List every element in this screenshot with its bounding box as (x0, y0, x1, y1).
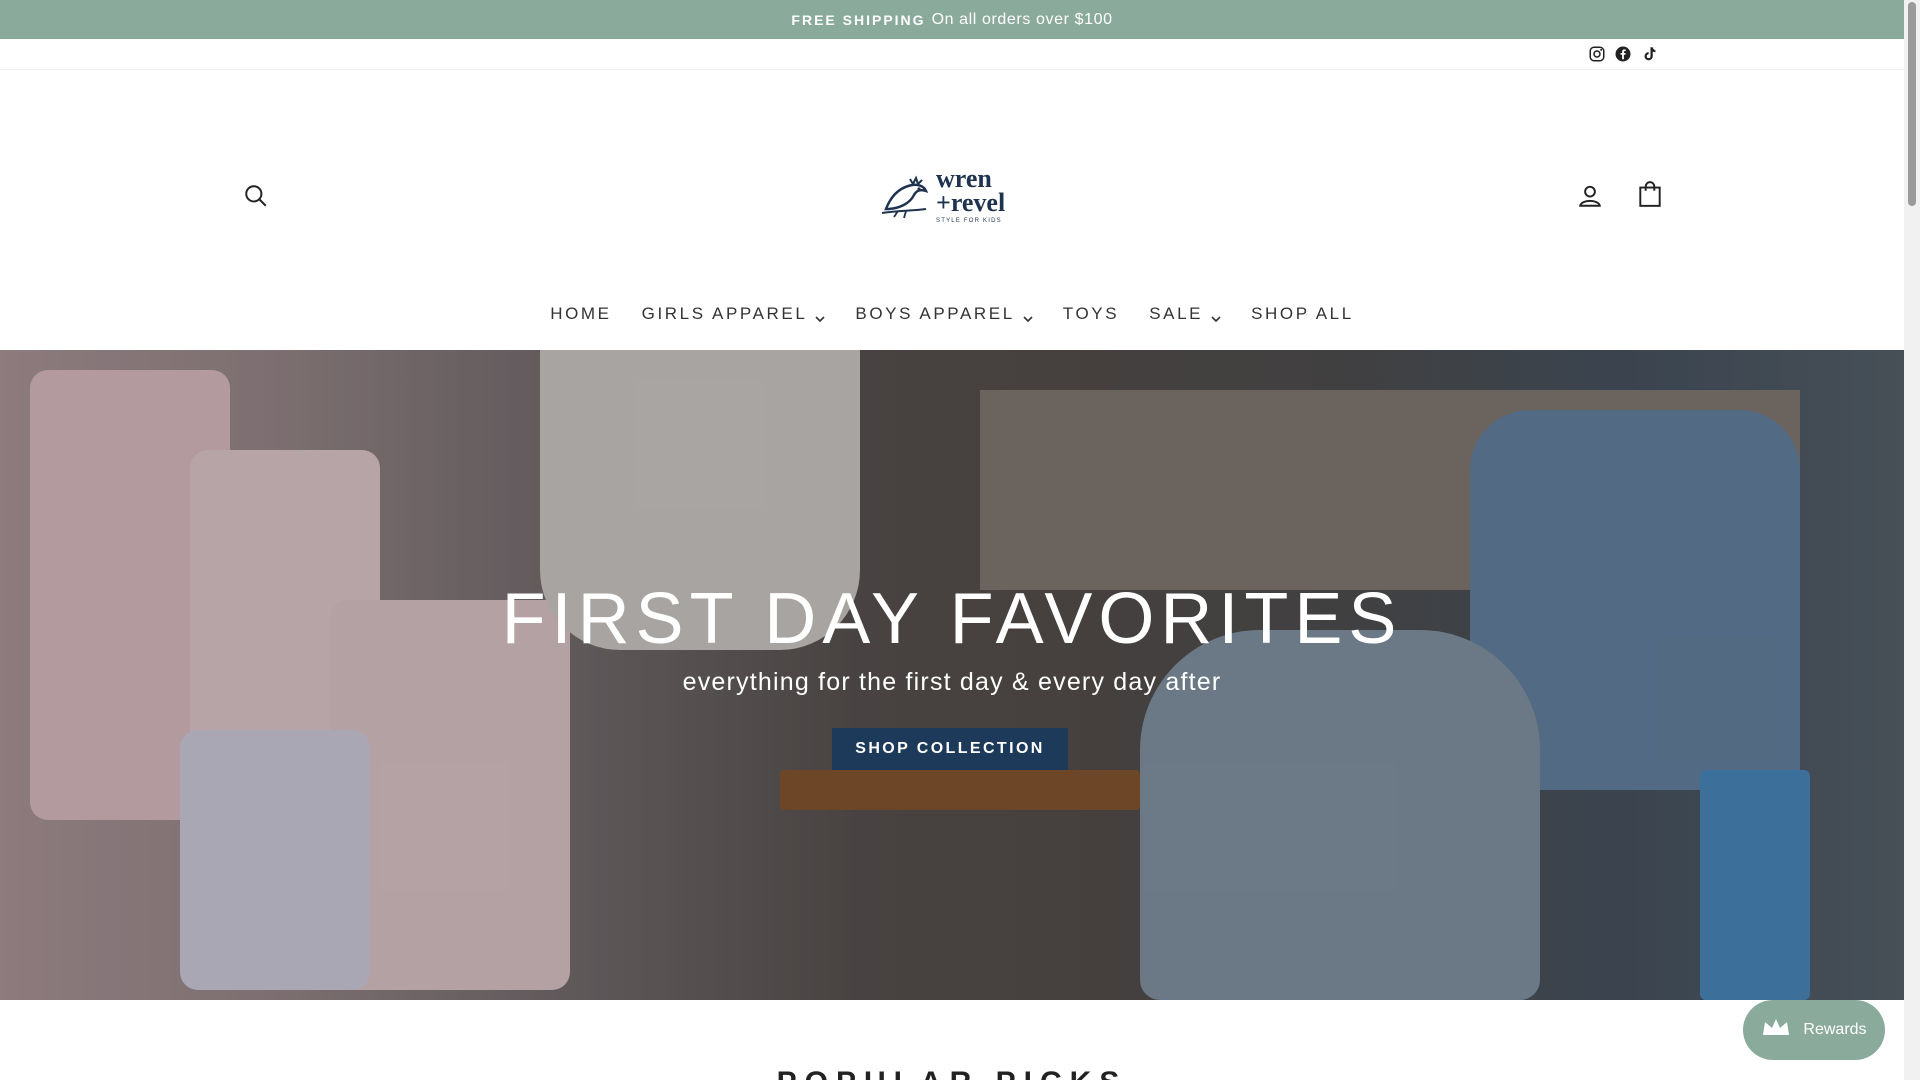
account-icon[interactable] (1574, 180, 1606, 212)
social-links (1588, 45, 1658, 63)
rewards-label: Rewards (1803, 1021, 1867, 1038)
search-icon[interactable] (240, 180, 272, 212)
announcement-bold: FREE SHIPPING (791, 11, 926, 28)
crown-icon (1761, 1017, 1791, 1044)
bird-icon (880, 165, 932, 226)
hero-subtitle: everything for the first day & every day… (682, 668, 1222, 696)
shop-collection-button[interactable]: SHOP COLLECTION (832, 728, 1068, 770)
nav-item-label: SALE (1149, 304, 1204, 323)
nav-item-label: BOYS APPAREL (855, 304, 1015, 323)
nav-item-sale[interactable]: SALE (1134, 304, 1236, 324)
scrollbar-thumb[interactable] (1908, 2, 1916, 206)
tiktok-icon[interactable] (1640, 45, 1658, 63)
social-row (0, 39, 1904, 70)
rewards-button[interactable]: Rewards (1743, 1000, 1885, 1060)
nav-item-girls-apparel[interactable]: GIRLS APPAREL (627, 304, 841, 324)
hero-title: FIRST DAY FAVORITES (501, 579, 1403, 659)
nav-item-boys-apparel[interactable]: BOYS APPAREL (840, 304, 1047, 324)
chevron-down-icon (1211, 309, 1221, 323)
nav-item-label: HOME (550, 304, 612, 323)
announcement-bar: FREE SHIPPING On all orders over $100 (0, 0, 1904, 39)
nav-item-home[interactable]: HOME (535, 304, 626, 324)
facebook-icon[interactable] (1614, 45, 1632, 63)
site-logo[interactable]: wren +revel STYLE FOR KIDS (880, 162, 1030, 228)
nav-item-label: SHOP ALL (1251, 304, 1354, 323)
chevron-down-icon (1023, 309, 1033, 323)
instagram-icon[interactable] (1588, 45, 1606, 63)
nav-item-label: TOYS (1062, 304, 1120, 323)
logo-line-2: +revel (936, 188, 1006, 217)
bag-icon[interactable] (1634, 178, 1666, 210)
nav-item-label: GIRLS APPAREL (641, 304, 808, 323)
section-title: POPULAR PICKS (0, 1066, 1904, 1080)
nav-item-shop-all[interactable]: SHOP ALL (1236, 304, 1369, 324)
logo-tagline: STYLE FOR KIDS (936, 218, 1002, 224)
main-nav: HOME GIRLS APPAREL BOYS APPAREL TOYS SAL… (0, 294, 1904, 334)
announcement-text: On all orders over $100 (931, 10, 1113, 28)
chevron-down-icon (815, 309, 825, 323)
page-scrollbar[interactable] (1904, 0, 1920, 1080)
nav-item-toys[interactable]: TOYS (1048, 304, 1134, 324)
hero-banner: FIRST DAY FAVORITES everything for the f… (0, 350, 1904, 1000)
